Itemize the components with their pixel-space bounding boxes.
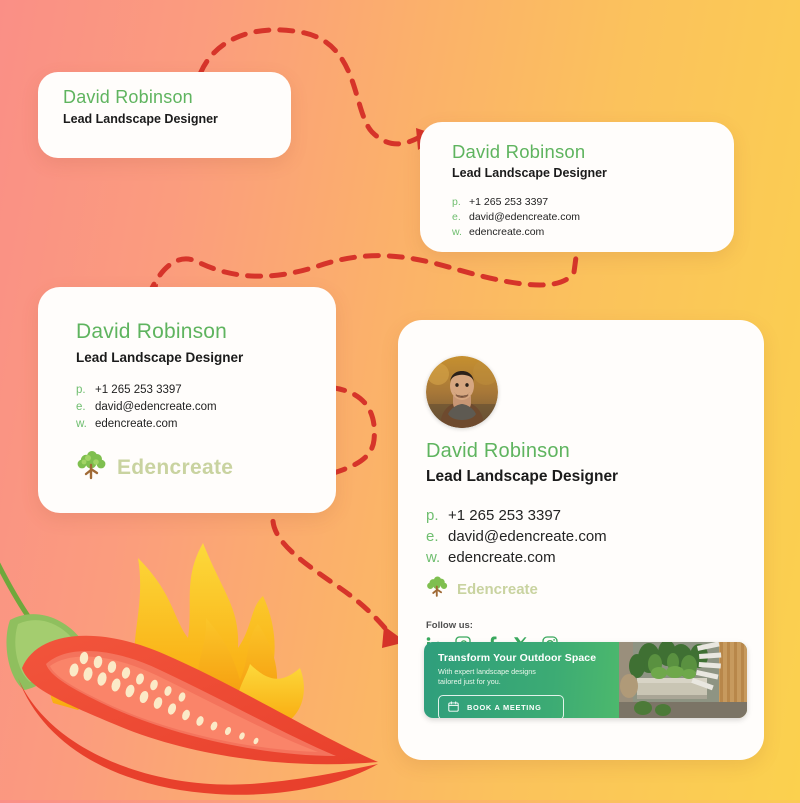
email-value: david@edencreate.com xyxy=(469,211,581,223)
phone-value: +1 265 253 3397 xyxy=(95,384,182,396)
signature-card-branded[interactable]: David Robinson Lead Landscape Designer p… xyxy=(38,287,336,513)
person-name: David Robinson xyxy=(63,87,193,107)
promo-subtitle-line-2: tailored just for you. xyxy=(438,677,501,686)
web-value: edencreate.com xyxy=(469,226,545,238)
contact-row-email[interactable]: e. david@edencreate.com xyxy=(452,210,714,225)
person-role: Lead Landscape Designer xyxy=(426,468,619,485)
phone-value: +1 265 253 3397 xyxy=(448,507,562,524)
contact-row-email[interactable]: e. david@edencreate.com xyxy=(76,399,316,416)
promo-banner[interactable]: Transform Your Outdoor Space With expert… xyxy=(424,642,747,718)
phone-value: +1 265 253 3397 xyxy=(469,196,549,208)
web-label: w. xyxy=(426,549,441,566)
contact-row-phone[interactable]: p. +1 265 253 3397 xyxy=(426,505,764,526)
contact-list: p. +1 265 253 3397 e. david@edencreate.c… xyxy=(426,505,764,568)
contact-list: p. +1 265 253 3397 e. david@edencreate.c… xyxy=(76,382,316,433)
web-label: w. xyxy=(452,226,462,238)
email-label: e. xyxy=(452,211,461,223)
person-name: David Robinson xyxy=(452,141,586,162)
brand-lockup[interactable]: Edencreate xyxy=(76,449,316,486)
signature-card-minimal[interactable]: David Robinson Lead Landscape Designer xyxy=(38,72,291,158)
book-a-meeting-label: BOOK A MEETING xyxy=(467,703,542,712)
email-value: david@edencreate.com xyxy=(448,528,607,545)
calendar-icon xyxy=(448,699,459,717)
web-value: edencreate.com xyxy=(448,549,556,566)
phone-label: p. xyxy=(452,196,461,208)
contact-list: p. +1 265 253 3397 e. david@edencreate.c… xyxy=(452,195,714,240)
contact-row-web[interactable]: w. edencreate.com xyxy=(76,416,316,433)
tree-icon xyxy=(76,449,108,486)
phone-label: p. xyxy=(76,384,86,396)
contact-row-email[interactable]: e. david@edencreate.com xyxy=(426,526,764,547)
chili-pepper-with-flames-illustration xyxy=(0,498,388,798)
email-label: e. xyxy=(76,401,86,413)
promo-garden-photo xyxy=(619,642,747,718)
contact-row-web[interactable]: w. edencreate.com xyxy=(426,547,764,568)
person-role: Lead Landscape Designer xyxy=(63,112,218,126)
person-role: Lead Landscape Designer xyxy=(76,350,244,365)
email-value: david@edencreate.com xyxy=(95,401,217,413)
web-value: edencreate.com xyxy=(95,418,178,430)
person-name: David Robinson xyxy=(426,440,570,462)
contact-row-phone[interactable]: p. +1 265 253 3397 xyxy=(452,195,714,210)
follow-us-label: Follow us: xyxy=(426,620,473,631)
promo-text-block: Transform Your Outdoor Space With expert… xyxy=(424,642,619,718)
brand-name: Edencreate xyxy=(457,580,538,598)
tree-icon xyxy=(426,575,449,603)
person-name: David Robinson xyxy=(76,320,228,343)
web-label: w. xyxy=(76,418,87,430)
contact-row-web[interactable]: w. edencreate.com xyxy=(452,225,714,240)
signature-card-contact[interactable]: David Robinson Lead Landscape Designer p… xyxy=(420,122,734,252)
book-a-meeting-button[interactable]: BOOK A MEETING xyxy=(438,695,564,718)
email-label: e. xyxy=(426,528,439,545)
avatar xyxy=(426,356,498,428)
brand-lockup[interactable]: Edencreate xyxy=(426,575,764,603)
phone-label: p. xyxy=(426,507,439,524)
promo-title: Transform Your Outdoor Space xyxy=(438,652,597,664)
signature-card-full[interactable]: David Robinson Lead Landscape Designer p… xyxy=(398,320,764,760)
poster-canvas: David Robinson Lead Landscape Designer D… xyxy=(0,0,800,800)
brand-name: Edencreate xyxy=(117,455,234,479)
promo-subtitle-line-1: With expert landscape designs xyxy=(438,667,536,676)
contact-row-phone[interactable]: p. +1 265 253 3397 xyxy=(76,382,316,399)
person-role: Lead Landscape Designer xyxy=(452,166,607,180)
